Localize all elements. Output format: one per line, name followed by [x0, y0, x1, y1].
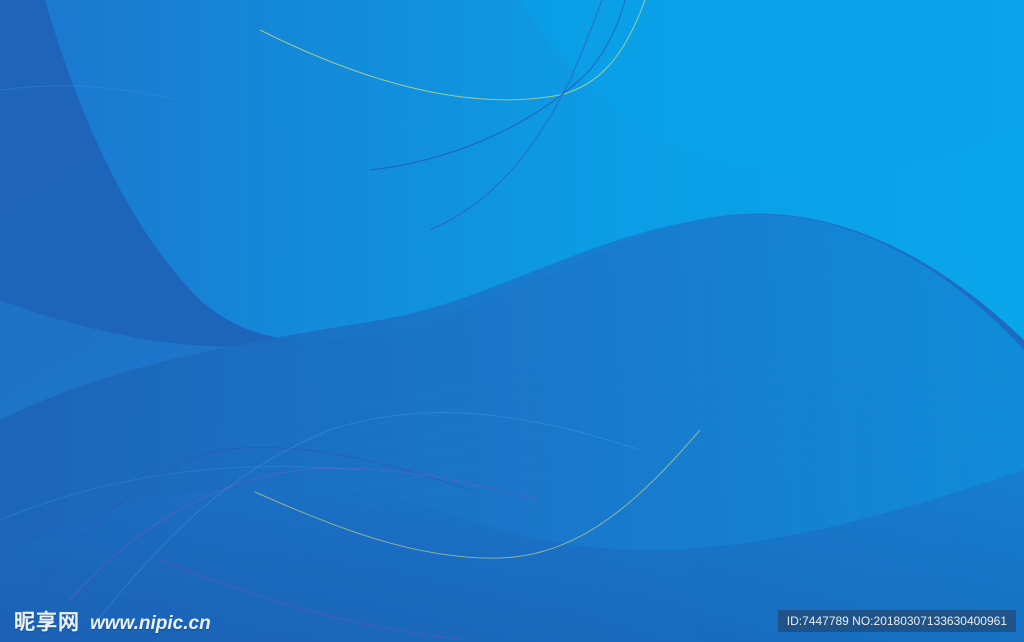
nipic-watermark-logo: 昵享网 www.nipic.cn — [14, 606, 211, 636]
watermark-site-url: www.nipic.cn — [90, 613, 211, 634]
abstract-wave-graphic — [0, 0, 1024, 642]
image-id-label: ID:7447789 NO:20180307133630400961 — [777, 610, 1016, 632]
watermark-site-name: 昵享网 — [14, 610, 80, 634]
background-artwork: 昵享网 www.nipic.cn ID:7447789 NO:201803071… — [0, 0, 1024, 642]
